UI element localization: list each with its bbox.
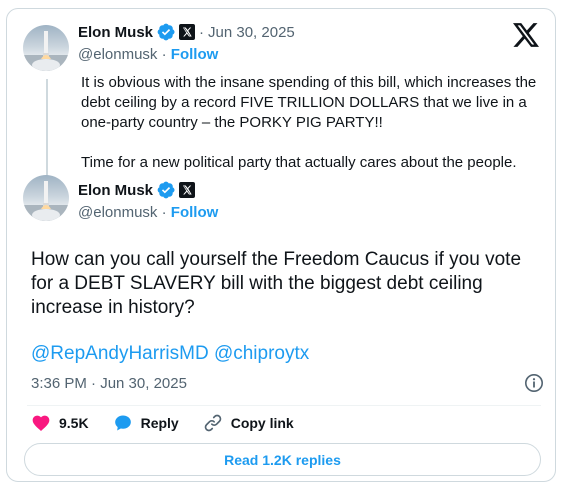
like-button[interactable]: 9.5K (31, 413, 89, 433)
read-replies-button[interactable]: Read 1.2K replies (24, 443, 541, 476)
mention-link[interactable]: @RepAndyHarrisMD (31, 343, 209, 364)
separator-dot: · (199, 23, 205, 41)
avatar-image (23, 181, 69, 221)
author-name[interactable]: Elon Musk (78, 24, 153, 41)
tweet-date[interactable]: Jun 30, 2025 (208, 24, 295, 41)
tweet-paragraph: Time for a new political party that actu… (81, 154, 517, 171)
quoted-tweet-text: It is obvious with the insane spending o… (81, 73, 541, 193)
copy-link-button[interactable]: Copy link (203, 413, 294, 433)
like-count: 9.5K (59, 415, 89, 431)
separator-dot: · (161, 46, 167, 63)
author-handle[interactable]: @elonmusk (78, 204, 157, 221)
handle-row: @elonmusk · Follow (78, 204, 218, 221)
quoted-author-row: Elon Musk · Jun 30, 2025 (78, 23, 295, 41)
tweet-timestamp[interactable]: 3:36 PM · Jun 30, 2025 (31, 375, 187, 392)
reply-button[interactable]: Reply (113, 413, 179, 433)
author-handle[interactable]: @elonmusk (78, 46, 157, 63)
separator-dot: · (161, 204, 167, 221)
follow-button[interactable]: Follow (171, 204, 219, 221)
thread-line (46, 79, 48, 179)
author-row: Elon Musk (78, 181, 196, 199)
avatar[interactable] (23, 175, 69, 221)
x-logo-icon[interactable] (513, 23, 539, 47)
tweet-paragraph: It is obvious with the insane spending o… (81, 74, 537, 131)
reply-label: Reply (140, 415, 179, 431)
copy-link-label: Copy link (230, 415, 294, 431)
reply-icon (114, 415, 131, 431)
mention-link[interactable]: @chiproytx (214, 343, 309, 364)
avatar-image (23, 31, 69, 71)
tweet-text: How can you call yourself the Freedom Ca… (31, 249, 522, 318)
verified-badge-icon[interactable] (157, 23, 175, 41)
tweet-embed-card: Elon Musk · Jun 30, 2025 @elonmusk · Fol… (6, 8, 556, 482)
avatar[interactable] (23, 25, 69, 71)
link-icon (204, 414, 221, 432)
heart-icon (32, 415, 50, 431)
follow-button[interactable]: Follow (171, 46, 219, 63)
x-affiliation-icon[interactable] (179, 182, 196, 198)
author-name[interactable]: Elon Musk (78, 182, 153, 199)
x-affiliation-icon[interactable] (179, 24, 196, 40)
verified-badge-icon[interactable] (157, 181, 175, 199)
divider (27, 405, 541, 406)
info-icon[interactable] (524, 373, 544, 393)
mentions: @RepAndyHarrisMD @chiproytx (31, 343, 309, 365)
action-bar: 9.5K Reply Copy link (31, 413, 318, 433)
quoted-handle-row: @elonmusk · Follow (78, 46, 218, 63)
